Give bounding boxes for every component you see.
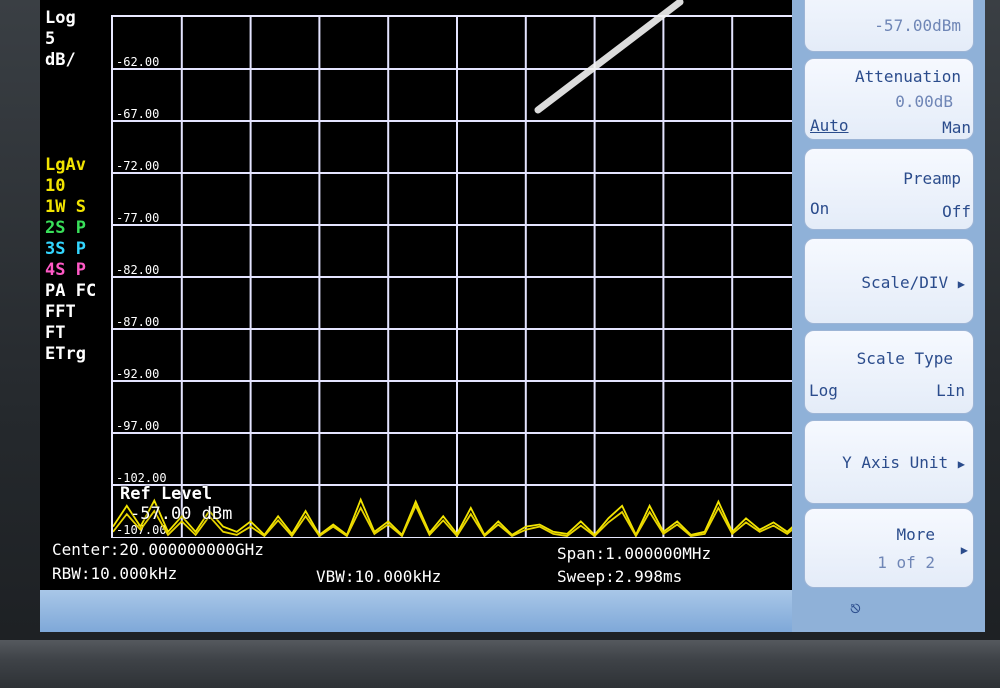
y-tick-label: -102.00 xyxy=(116,471,167,485)
left-annotation-8: 10 xyxy=(45,176,66,196)
softkey-ref-level[interactable]: -57.00dBm xyxy=(804,0,974,52)
spectrum-plot: -62.00 -67.00 -72.00 -77.00 -82.00 -87.00 -92.… xyxy=(113,17,801,537)
softkey-preamp-off: Off xyxy=(942,202,971,221)
left-annotation-column: Log 5 dB/LgAv 10 1W S 2S P 3S P 4S P PA FC FFT FT E… xyxy=(45,8,115,365)
left-annotation-11: 3S P xyxy=(45,239,86,259)
softkey-scale-div-title: Scale/DIV ▶ xyxy=(861,273,965,292)
sweep-time: Sweep:2.998ms xyxy=(557,567,683,586)
softkey-y-axis-unit[interactable]: Y Axis Unit ▶ xyxy=(804,420,974,504)
left-annotation-0: Log xyxy=(45,8,76,28)
softkey-ref-level-value: -57.00dBm xyxy=(874,16,961,35)
y-tick-label: -67.00 xyxy=(116,107,159,121)
y-tick-label: -87.00 xyxy=(116,315,159,329)
left-annotation-12: 4S P xyxy=(45,260,86,280)
softkey-scale-type-log: Log xyxy=(809,381,838,400)
y-tick-label: -92.00 xyxy=(116,367,159,381)
softkey-attenuation-auto: Auto xyxy=(810,116,849,135)
instrument-bezel-bottom xyxy=(0,640,1000,688)
chevron-right-icon: ▶ xyxy=(957,457,965,471)
left-annotation-14: FFT xyxy=(45,302,76,322)
softkey-preamp-title: Preamp xyxy=(903,169,961,188)
softkey-more[interactable]: More 1 of 2 ▶ xyxy=(804,508,974,588)
left-annotation-16: ETrg xyxy=(45,344,86,364)
y-tick-label: -77.00 xyxy=(116,211,159,225)
left-annotation-3 xyxy=(45,71,115,92)
softkey-y-axis-unit-title: Y Axis Unit ▶ xyxy=(842,453,965,472)
ref-level-annotation: Ref Level -57.00 dBm xyxy=(120,484,260,530)
usb-connector-icon: ⎋ xyxy=(850,598,861,619)
analyzer-screen: Log 5 dB/LgAv 10 1W S 2S P 3S P 4S P PA FC FFT FT E… xyxy=(40,0,985,632)
chevron-right-icon: ▶ xyxy=(957,277,965,291)
softkey-preamp-on: On xyxy=(810,199,830,218)
spectrum-graticule: -62.00 -67.00 -72.00 -77.00 -82.00 -87.00 -92.… xyxy=(111,15,803,539)
softkey-attenuation-value: 0.00dB xyxy=(895,92,953,111)
status-strip xyxy=(40,590,800,632)
y-tick-label: -97.00 xyxy=(116,419,159,433)
softkey-preamp[interactable]: Preamp On Off xyxy=(804,148,974,230)
center-frequency: Center:20.000000000GHz xyxy=(52,540,264,559)
y-tick-label: -72.00 xyxy=(116,159,159,173)
left-annotation-4 xyxy=(45,92,115,113)
softkey-scale-type-title: Scale Type xyxy=(856,349,953,368)
y-tick-label: -62.00 xyxy=(116,55,159,69)
softkey-more-page: 1 of 2 xyxy=(877,553,935,572)
left-annotation-7: LgAv xyxy=(45,155,86,175)
softkey-attenuation-man: Man xyxy=(942,118,971,137)
left-annotation-6 xyxy=(45,134,115,155)
left-annotation-2: dB/ xyxy=(45,50,76,70)
left-annotation-5 xyxy=(45,113,115,134)
video-bandwidth: VBW:10.000kHz xyxy=(316,567,442,586)
left-annotation-10: 2S P xyxy=(45,218,86,238)
left-annotation-9: 1W S xyxy=(45,197,86,217)
frequency-span: Span:1.000000MHz xyxy=(557,544,712,563)
softkey-more-title: More xyxy=(896,525,935,544)
softkey-scale-type-lin: Lin xyxy=(936,381,965,400)
softkey-scale-div[interactable]: Scale/DIV ▶ xyxy=(804,238,974,324)
softkey-attenuation[interactable]: Attenuation 0.00dB Auto Man xyxy=(804,58,974,140)
ref-level-value: -57.00 dBm xyxy=(130,504,233,524)
measurement-info-bar: Center:20.000000000GHz RBW:10.000kHz VBW… xyxy=(40,538,800,588)
softkey-attenuation-title: Attenuation xyxy=(855,67,961,86)
left-annotation-1: 5 xyxy=(45,29,56,49)
left-annotation-13: PA FC xyxy=(45,281,97,301)
softkey-scale-type[interactable]: Scale Type Log Lin xyxy=(804,330,974,414)
left-annotation-15: FT xyxy=(45,323,66,343)
softkey-panel: -57.00dBm Attenuation 0.00dB Auto Man Pr… xyxy=(792,0,985,632)
resolution-bandwidth: RBW:10.000kHz xyxy=(52,564,178,583)
y-tick-label: -82.00 xyxy=(116,263,159,277)
chevron-right-icon: ▶ xyxy=(960,543,968,557)
ref-level-label: Ref Level xyxy=(120,484,213,504)
